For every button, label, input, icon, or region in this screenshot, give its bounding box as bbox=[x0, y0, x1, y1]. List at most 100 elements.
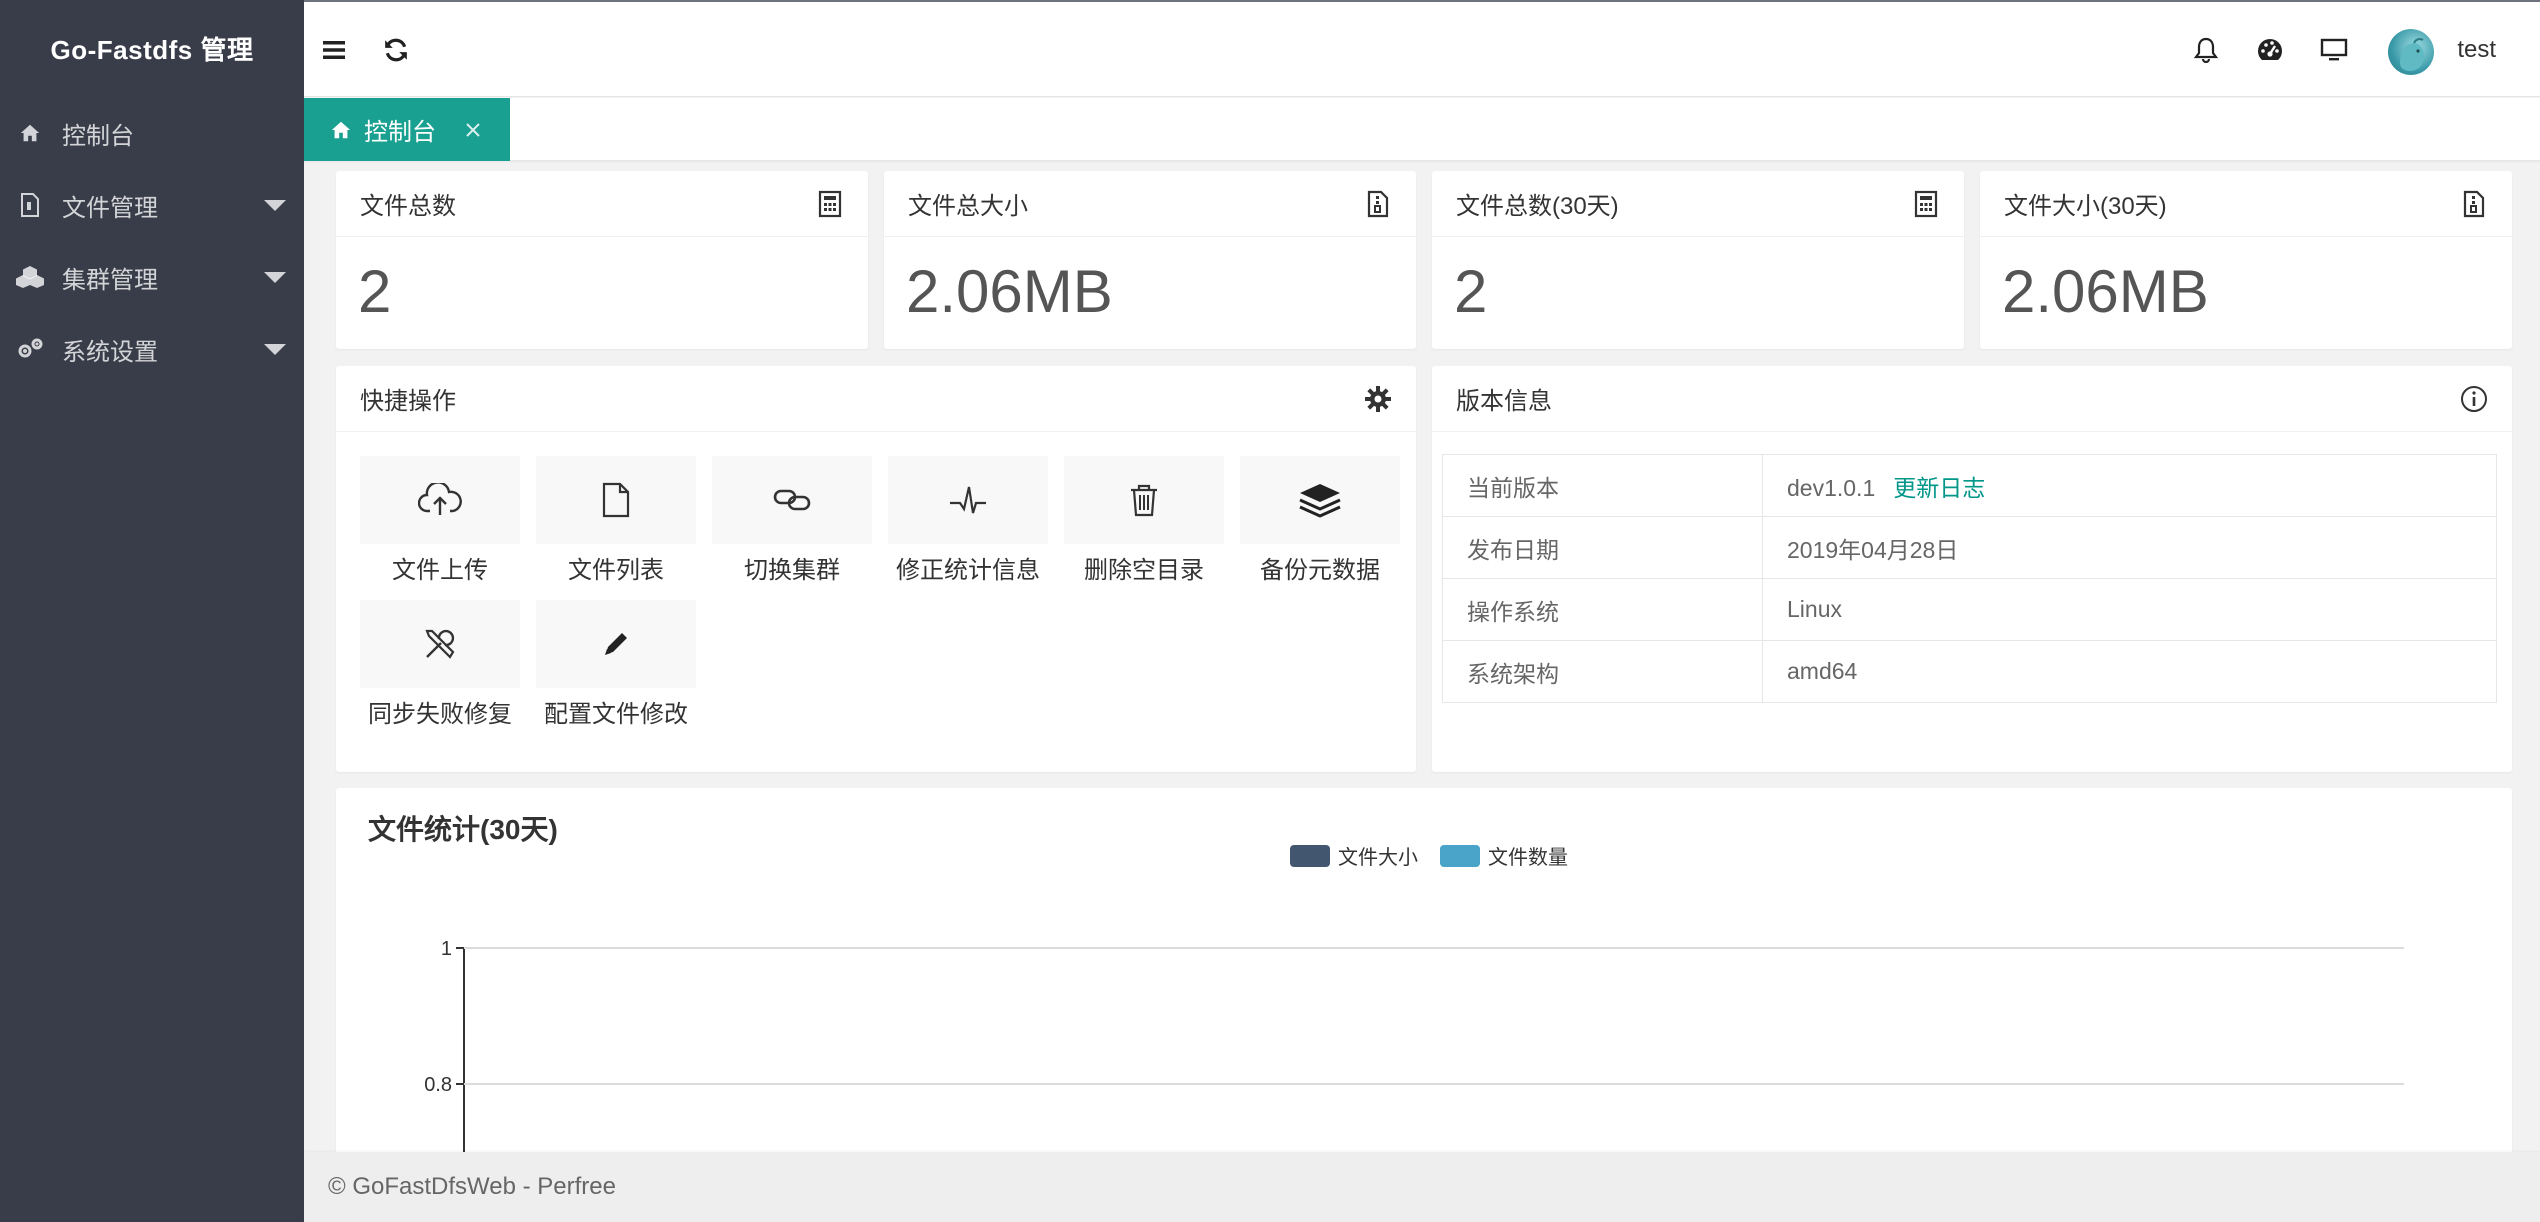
version-key: 当前版本 bbox=[1442, 454, 1763, 517]
legend-label: 文件大小 bbox=[1338, 846, 1418, 869]
quick-action-label: 文件列表 bbox=[568, 557, 664, 584]
chevron-down-icon bbox=[264, 344, 286, 355]
stat-title: 文件总数(30天) bbox=[1456, 193, 1619, 220]
theme-button[interactable] bbox=[2240, 2, 2300, 97]
sidebar-item-dashboard[interactable]: 控制台 bbox=[0, 97, 304, 169]
quick-action-fix-stats[interactable]: 修正统计信息 bbox=[888, 456, 1048, 596]
card-title: 版本信息 bbox=[1456, 388, 1552, 415]
pulse-icon bbox=[950, 486, 986, 514]
quick-action-label: 修正统计信息 bbox=[896, 557, 1040, 584]
stat-value: 2.06MB bbox=[906, 258, 1113, 325]
quick-action-delete-empty-dirs[interactable]: 删除空目录 bbox=[1064, 456, 1224, 596]
sidebar-item-cluster-management[interactable]: 集群管理 bbox=[0, 241, 304, 313]
bell-icon bbox=[2194, 37, 2218, 63]
info-icon[interactable] bbox=[2460, 385, 2488, 413]
version-value: 2019年04月28日 bbox=[1762, 516, 2497, 579]
stat-title: 文件总数 bbox=[360, 193, 456, 220]
sidebar: Go-Fastdfs 管理 控制台 文件管理 集群管理 系统设置 bbox=[0, 0, 304, 1222]
app-logo[interactable]: Go-Fastdfs 管理 bbox=[0, 0, 304, 97]
menu-icon bbox=[323, 40, 345, 59]
table-row: 当前版本 dev1.0.1 更新日志 bbox=[1442, 454, 2497, 517]
quick-action-switch-cluster[interactable]: 切换集群 bbox=[712, 456, 872, 596]
file-icon bbox=[16, 191, 44, 219]
sidebar-item-label: 集群管理 bbox=[62, 266, 158, 294]
sidebar-item-label: 文件管理 bbox=[62, 194, 158, 222]
sidebar-item-label: 系统设置 bbox=[62, 338, 158, 366]
refresh-button[interactable] bbox=[366, 2, 426, 97]
quick-action-label: 配置文件修改 bbox=[544, 701, 688, 728]
quick-action-label: 切换集群 bbox=[744, 557, 840, 584]
card-title: 快捷操作 bbox=[360, 388, 456, 415]
sidebar-item-system-settings[interactable]: 系统设置 bbox=[0, 313, 304, 385]
version-value: amd64 bbox=[1762, 640, 2497, 703]
stat-card-total-files: 文件总数 2 bbox=[336, 171, 868, 349]
file-archive-icon bbox=[1367, 190, 1389, 217]
chevron-down-icon bbox=[264, 200, 286, 211]
y-tick-label: 1 bbox=[441, 938, 452, 960]
cloud-upload-icon bbox=[418, 483, 462, 515]
legend-label: 文件数量 bbox=[1488, 846, 1568, 869]
stat-card-files-30d: 文件总数(30天) 2 bbox=[1432, 171, 1964, 349]
layers-icon bbox=[1299, 484, 1341, 518]
version-value: Linux bbox=[1762, 578, 2497, 641]
changelog-link[interactable]: 更新日志 bbox=[1893, 475, 1985, 501]
home-icon bbox=[331, 121, 351, 138]
user-name[interactable]: test bbox=[2457, 2, 2496, 97]
tab-label: 控制台 bbox=[364, 119, 436, 146]
file-icon bbox=[602, 482, 630, 518]
file-stats-chart-card: 文件统计(30天) 文件大小 文件数量 1 0.8 bbox=[336, 788, 2512, 1168]
quick-action-label: 删除空目录 bbox=[1084, 557, 1204, 584]
close-icon[interactable] bbox=[464, 121, 482, 139]
trash-icon bbox=[1131, 484, 1157, 517]
sidebar-item-label: 控制台 bbox=[62, 122, 134, 150]
stat-card-size-30d: 文件大小(30天) 2.06MB bbox=[1980, 171, 2512, 349]
sidebar-item-file-management[interactable]: 文件管理 bbox=[0, 169, 304, 241]
stat-value: 2.06MB bbox=[2002, 258, 2209, 325]
y-tick-label: 0.8 bbox=[424, 1074, 452, 1096]
avatar[interactable] bbox=[2388, 29, 2434, 75]
quick-action-backup-metadata[interactable]: 备份元数据 bbox=[1240, 456, 1400, 596]
tab-bar: 控制台 bbox=[304, 98, 2540, 161]
dashboard-icon bbox=[2257, 38, 2283, 60]
stat-title: 文件大小(30天) bbox=[2004, 193, 2167, 220]
stat-value: 2 bbox=[358, 258, 392, 325]
legend-swatch bbox=[1290, 845, 1330, 867]
quick-action-sync-repair[interactable]: 同步失败修复 bbox=[360, 600, 520, 740]
stat-title: 文件总大小 bbox=[908, 193, 1028, 220]
version-key: 发布日期 bbox=[1442, 516, 1763, 579]
table-row: 发布日期 2019年04月28日 bbox=[1442, 516, 2497, 579]
calculator-icon bbox=[1914, 190, 1938, 217]
refresh-icon bbox=[385, 38, 407, 61]
legend-swatch bbox=[1440, 845, 1480, 867]
tab-dashboard[interactable]: 控制台 bbox=[304, 98, 510, 161]
gear-icon[interactable] bbox=[1364, 385, 1392, 413]
gears-icon bbox=[16, 335, 44, 363]
menu-toggle-button[interactable] bbox=[304, 2, 364, 97]
quick-action-label: 同步失败修复 bbox=[368, 701, 512, 728]
version-key: 操作系统 bbox=[1442, 578, 1763, 641]
quick-action-file-list[interactable]: 文件列表 bbox=[536, 456, 696, 596]
top-header: test bbox=[304, 0, 2540, 97]
version-table: 当前版本 dev1.0.1 更新日志 发布日期 2019年04月28日 操作系统 … bbox=[1442, 454, 2497, 703]
footer: © GoFastDfsWeb - Perfree bbox=[304, 1152, 2540, 1222]
chevron-down-icon bbox=[264, 272, 286, 283]
version-key: 系统架构 bbox=[1442, 640, 1763, 703]
stat-value: 2 bbox=[1454, 258, 1488, 325]
pencil-icon bbox=[605, 633, 627, 655]
cubes-icon bbox=[16, 263, 44, 291]
home-icon bbox=[16, 119, 44, 147]
tools-icon bbox=[425, 629, 455, 659]
calculator-icon bbox=[818, 190, 842, 217]
file-stats-chart: 文件大小 文件数量 1 0.8 bbox=[424, 845, 2404, 1168]
notifications-button[interactable] bbox=[2176, 2, 2236, 97]
version-value: dev1.0.1 bbox=[1787, 474, 1876, 501]
monitor-icon bbox=[2320, 38, 2348, 60]
quick-action-label: 备份元数据 bbox=[1260, 557, 1380, 584]
quick-actions-card: 快捷操作 文件上传 文件列表 切换集群 修正统计信息 删除空目录 备份元数据 同… bbox=[336, 366, 1416, 772]
link-icon bbox=[773, 489, 811, 511]
quick-action-edit-config[interactable]: 配置文件修改 bbox=[536, 600, 696, 740]
fullscreen-button[interactable] bbox=[2304, 2, 2364, 97]
table-row: 系统架构 amd64 bbox=[1442, 640, 2497, 703]
quick-action-file-upload[interactable]: 文件上传 bbox=[360, 456, 520, 596]
stat-card-total-size: 文件总大小 2.06MB bbox=[884, 171, 1416, 349]
